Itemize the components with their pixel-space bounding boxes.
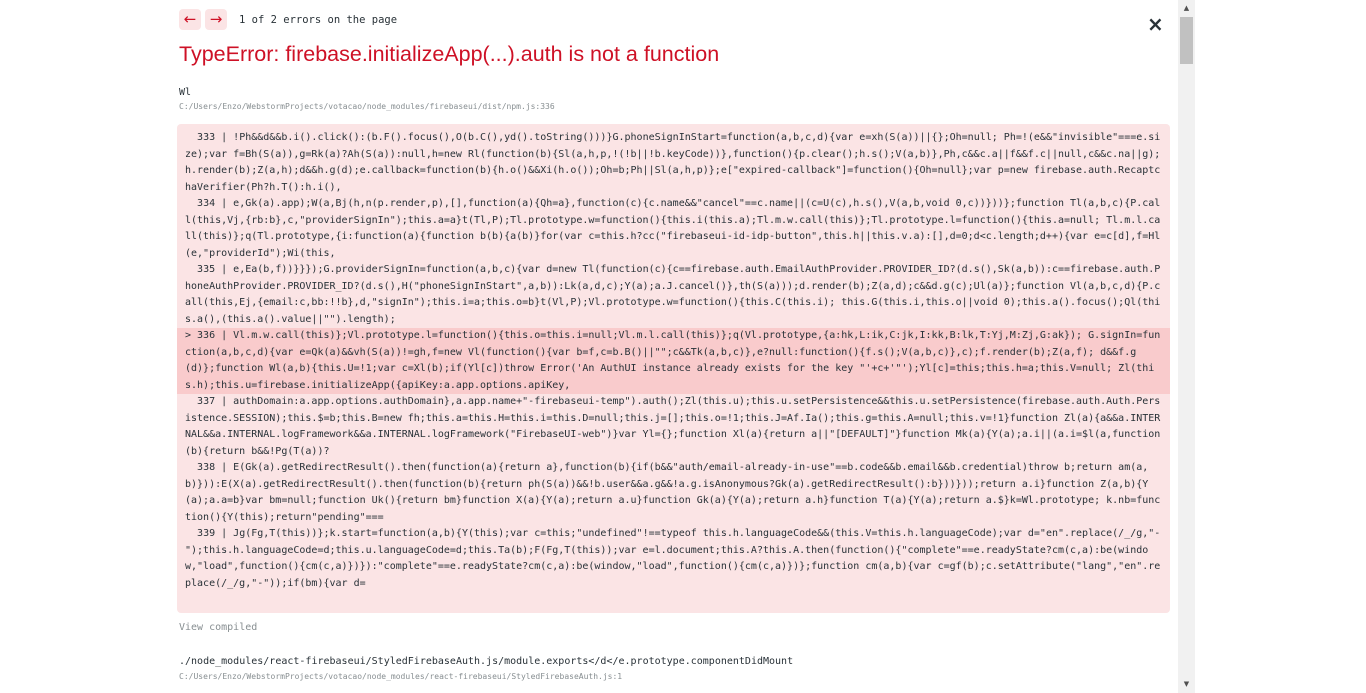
scroll-down-arrow-icon[interactable]: ▼	[1178, 676, 1195, 693]
arrow-right-icon: →	[209, 10, 223, 28]
close-button[interactable]: ×	[1147, 13, 1164, 35]
vertical-scrollbar[interactable]: ▲ ▼	[1178, 0, 1195, 693]
code-line: 335 | e,Ea(b,f))}}});G.providerSignIn=fu…	[185, 264, 1161, 325]
code-line: 339 | Jg(Fg,T(this))};k.start=function(a…	[185, 528, 1161, 589]
stack-frame-location[interactable]: C:/Users/Enzo/WebstormProjects/votacao/n…	[179, 102, 555, 111]
stack-frame-function: Wl	[179, 87, 192, 98]
next-error-button[interactable]: →	[205, 9, 227, 30]
code-line: 338 | E(Gk(a).getRedirectResult().then(f…	[185, 462, 1161, 523]
error-overlay: ← → 1 of 2 errors on the page × TypeErro…	[163, 0, 1178, 693]
view-compiled-link[interactable]: View compiled	[179, 622, 257, 633]
error-count-text: 1 of 2 errors on the page	[239, 13, 398, 26]
scroll-up-arrow-icon[interactable]: ▲	[1178, 0, 1195, 17]
code-line-highlighted: > 336 | Vl.m.w.call(this)};Vl.prototype.…	[177, 328, 1170, 394]
code-line: 334 | e,Gk(a).app);W(a,Bj(h,n(p.render,p…	[185, 198, 1161, 259]
stack-frame-location-2[interactable]: C:/Users/Enzo/WebstormProjects/votacao/n…	[179, 672, 622, 681]
code-line: 337 | authDomain:a.app.options.authDomai…	[185, 396, 1161, 457]
arrow-left-icon: ←	[183, 10, 197, 28]
close-icon: ×	[1147, 12, 1164, 36]
scrollbar-thumb[interactable]	[1180, 17, 1193, 64]
code-snippet: 333 | !Ph&&d&&b.i().click():(b.F().focus…	[177, 124, 1170, 613]
stack-frame-function-2: ./node_modules/react-firebaseui/StyledFi…	[179, 656, 794, 667]
error-title: TypeError: firebase.initializeApp(...).a…	[179, 42, 720, 66]
error-navigation: ← → 1 of 2 errors on the page	[179, 9, 397, 30]
previous-error-button[interactable]: ←	[179, 9, 201, 30]
code-line: 333 | !Ph&&d&&b.i().click():(b.F().focus…	[185, 132, 1161, 193]
